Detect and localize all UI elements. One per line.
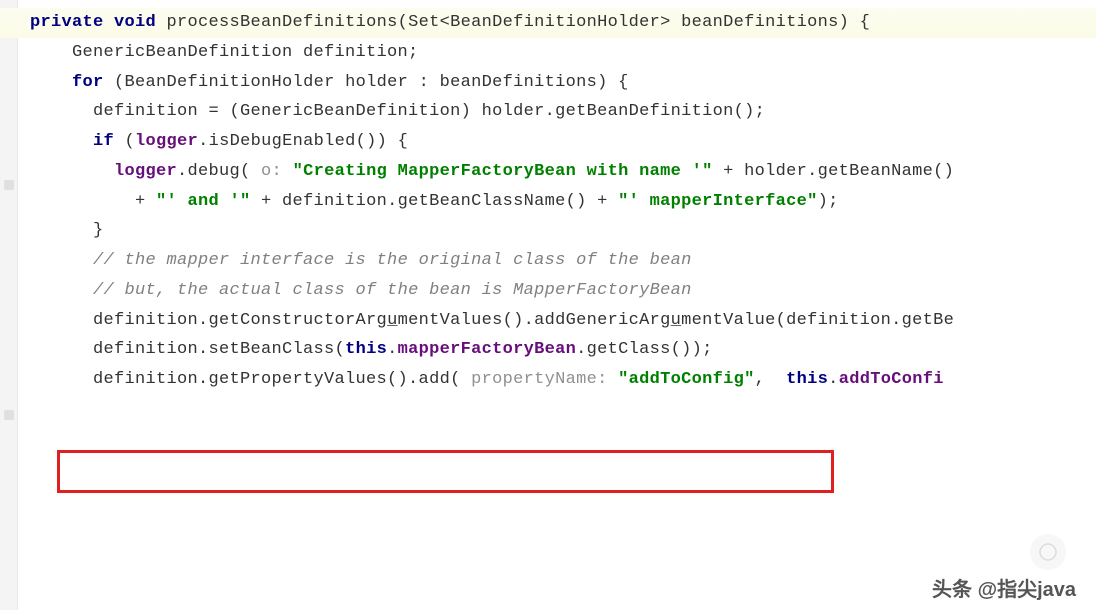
string-literal: "' mapperInterface" [618,192,818,211]
string-literal: "addToConfig" [618,370,755,389]
code-editor[interactable]: private void processBeanDefinitions(Set<… [0,0,1096,395]
code-line: logger.debug( o: "Creating MapperFactory… [30,157,1096,187]
code-line: if (logger.isDebugEnabled()) { [30,127,1096,157]
string-literal: "Creating MapperFactoryBean with name '" [293,162,713,181]
code-line: for (BeanDefinitionHolder holder : beanD… [30,68,1096,98]
string-literal: "' and '" [156,192,251,211]
code-line: definition.getConstructorArgumentValues(… [30,306,1096,336]
code-line: GenericBeanDefinition definition; [30,38,1096,68]
keyword: private void [30,13,156,32]
keyword: for [72,73,104,92]
code-line: // but, the actual class of the bean is … [30,276,1096,306]
comment: // the mapper interface is the original … [93,251,692,270]
code-line: // the mapper interface is the original … [30,246,1096,276]
field-ref: mapperFactoryBean [398,340,577,359]
code-line: definition.setBeanClass(this.mapperFacto… [30,335,1096,365]
field-ref: logger [135,132,198,151]
code-line: private void processBeanDefinitions(Set<… [0,8,1096,38]
code-line: } [30,216,1096,246]
keyword: if [93,132,114,151]
field-ref: addToConfi [839,370,944,389]
code-line: definition = (GenericBeanDefinition) hol… [30,97,1096,127]
param-hint: o: [251,162,293,181]
highlight-annotation [57,450,834,493]
keyword: this [786,370,828,389]
code-line: definition.getPropertyValues().add( prop… [30,365,1096,395]
watermark-text: 头条 @指尖java [932,573,1076,602]
code-line: + "' and '" + definition.getBeanClassNam… [30,187,1096,217]
comment: // but, the actual class of the bean is … [93,281,692,300]
watermark-icon [1030,534,1066,570]
margin-marker [4,410,14,420]
keyword: this [345,340,387,359]
field-ref: logger [114,162,177,181]
param-hint: propertyName: [461,370,619,389]
